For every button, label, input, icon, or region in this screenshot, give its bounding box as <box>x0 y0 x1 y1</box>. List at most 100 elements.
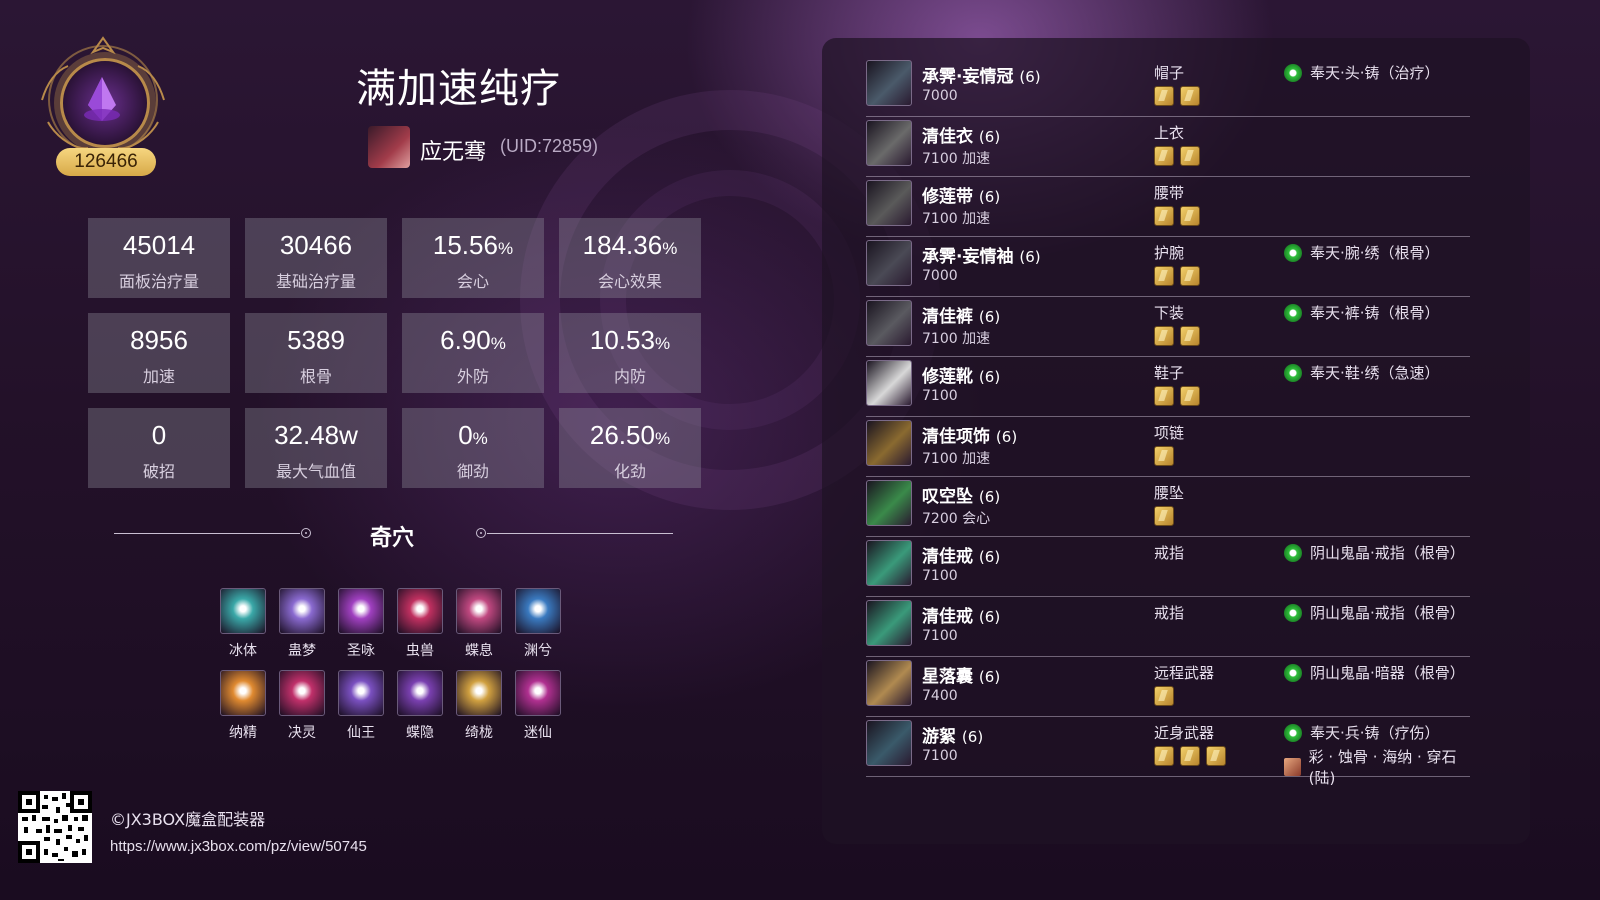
equipment-row[interactable]: 清佳衣 (6) 7100 加速 上衣 <box>866 116 1470 177</box>
gem-slots <box>1154 326 1200 346</box>
qixue-skill-icon <box>338 588 384 634</box>
equipment-score: 7000 <box>922 88 958 104</box>
color-gem-icon <box>1284 758 1301 776</box>
gem-slots <box>1154 266 1200 286</box>
stat-unit: % <box>497 239 514 258</box>
qr-code-icon <box>18 791 92 863</box>
equipment-icon <box>866 540 912 586</box>
equipment-row[interactable]: 清佳裤 (6) 7100 加速 下装 奉天·裤·铸（根骨） <box>866 296 1470 357</box>
qixue-skill[interactable]: 蝶隐 <box>397 670 443 742</box>
equipment-slot: 鞋子 <box>1154 364 1185 382</box>
stat-value: 184.36 <box>582 230 663 260</box>
share-url-link[interactable]: https://www.jx3box.com/pz/view/50745 <box>110 838 367 855</box>
equipment-row[interactable]: 承霁·妄情冠 (6) 7000 帽子 奉天·头·铸（治疗） <box>866 56 1470 117</box>
stat-card: 15.56% 会心 <box>402 218 544 298</box>
qixue-skill-icon <box>397 588 443 634</box>
stat-value: 15.56 <box>432 230 498 260</box>
qixue-skill[interactable]: 渊兮 <box>515 588 561 660</box>
stat-value: 30466 <box>279 230 353 260</box>
gem-slots <box>1154 446 1174 466</box>
qixue-skill[interactable]: 仙王 <box>338 670 384 742</box>
divider-dot-left-icon <box>301 528 311 538</box>
stat-unit: % <box>472 429 488 448</box>
qixue-skill[interactable]: 圣咏 <box>338 588 384 660</box>
stat-label: 基础治疗量 <box>275 272 356 291</box>
enchant-text: 奉天·腕·绣（根骨） <box>1310 244 1440 262</box>
stat-unit: % <box>490 334 506 353</box>
equipment-slot: 腰坠 <box>1154 484 1185 502</box>
qixue-skill[interactable]: 纳精 <box>220 670 266 742</box>
equipment-slot: 护腕 <box>1154 244 1185 262</box>
avatar <box>368 126 410 168</box>
equipment-enchant: 阴山鬼晶·暗器（根骨） <box>1284 662 1465 683</box>
equipment-slot: 远程武器 <box>1154 664 1215 682</box>
equipment-score: 7100 加速 <box>922 151 991 167</box>
qixue-skill[interactable]: 蛊梦 <box>279 588 325 660</box>
crystal-icon <box>84 77 120 121</box>
gem-slots <box>1154 386 1200 406</box>
stat-label: 面板治疗量 <box>118 272 199 291</box>
divider-left <box>114 533 300 534</box>
equipment-score: 7100 加速 <box>922 211 991 227</box>
equipment-panel: 承霁·妄情冠 (6) 7000 帽子 奉天·头·铸（治疗） 清佳衣 (6) 7100 加速… <box>822 38 1530 844</box>
stats-grid: 45014 面板治疗量 30466 基础治疗量 15.56% 会心 184.36% 会心… <box>88 218 701 488</box>
equipment-icon <box>866 300 912 346</box>
player-uid: (UID:72859) <box>500 136 599 156</box>
qixue-skill[interactable]: 虫兽 <box>397 588 443 660</box>
qixue-skill-icon <box>456 588 502 634</box>
equipment-row[interactable]: 游絮 (6) 7100 近身武器 奉天·兵·铸（疗伤） 彩 · 蚀骨 · 海纳 · 穿石… <box>866 716 1470 787</box>
gem-icon <box>1180 206 1200 226</box>
equipment-icon <box>866 660 912 706</box>
qixue-skill-icon <box>515 588 561 634</box>
qixue-skill[interactable]: 蝶息 <box>456 588 502 660</box>
equipment-level: (6) <box>995 428 1018 446</box>
qixue-skill-icon <box>220 670 266 716</box>
player-name: 应无骞 <box>420 140 487 165</box>
equipment-name: 叹空坠 <box>922 487 973 507</box>
equipment-level: (6) <box>1019 68 1041 86</box>
equipment-slot: 下装 <box>1154 304 1185 322</box>
equipment-row[interactable]: 叹空坠 (6) 7200 会心 腰坠 <box>866 476 1470 537</box>
equipment-slot: 戒指 <box>1154 604 1185 622</box>
qixue-skill[interactable]: 决灵 <box>279 670 325 742</box>
gem-icon <box>1154 146 1174 166</box>
equipment-row[interactable]: 修莲靴 (6) 7100 鞋子 奉天·鞋·绣（急速） <box>866 356 1470 417</box>
qixue-skill-icon <box>338 670 384 716</box>
qixue-skill[interactable]: 绮栊 <box>456 670 502 742</box>
qixue-skill-name: 渊兮 <box>524 643 552 659</box>
equipment-level: (6) <box>978 128 1001 146</box>
gem-slots <box>1154 206 1200 226</box>
gem-slots <box>1154 686 1174 706</box>
equipment-row[interactable]: 修莲带 (6) 7100 加速 腰带 <box>866 176 1470 237</box>
equipment-color-gem: 彩 · 蚀骨 · 海纳 · 穿石(陆) <box>1284 746 1470 788</box>
qixue-skill[interactable]: 冰体 <box>220 588 266 660</box>
equipment-name-line: 叹空坠 (6) <box>922 482 1000 507</box>
equipment-name-line: 承霁·妄情冠 (6) <box>922 62 1041 87</box>
equipment-row[interactable]: 承霁·妄情袖 (6) 7000 护腕 奉天·腕·绣（根骨） <box>866 236 1470 297</box>
equipment-enchant: 奉天·兵·铸（疗伤） <box>1284 722 1440 743</box>
equipment-enchant: 奉天·鞋·绣（急速） <box>1284 362 1440 383</box>
stat-label: 化劲 <box>613 462 646 481</box>
equipment-icon <box>866 240 912 286</box>
gem-slots <box>1154 506 1174 526</box>
stat-label: 内防 <box>613 367 646 386</box>
equipment-name-line: 星落囊 (6) <box>922 662 1000 687</box>
equipment-row[interactable]: 清佳项饰 (6) 7100 加速 项链 <box>866 416 1470 477</box>
equipment-name: 承霁·妄情冠 <box>922 67 1014 87</box>
enchant-text: 阴山鬼晶·戒指（根骨） <box>1310 604 1465 622</box>
equipment-slot: 近身武器 <box>1154 724 1215 742</box>
equipment-slot: 戒指 <box>1154 544 1185 562</box>
equipment-enchant: 阴山鬼晶·戒指（根骨） <box>1284 602 1465 623</box>
qixue-skill[interactable]: 迷仙 <box>515 670 561 742</box>
equipment-row[interactable]: 清佳戒 (6) 7100 戒指 阴山鬼晶·戒指（根骨） <box>866 536 1470 597</box>
equipment-row[interactable]: 星落囊 (6) 7400 远程武器 阴山鬼晶·暗器（根骨） <box>866 656 1470 717</box>
equipment-row[interactable]: 清佳戒 (6) 7100 戒指 阴山鬼晶·戒指（根骨） <box>866 596 1470 657</box>
qixue-skill-icon <box>279 670 325 716</box>
stat-card: 30466 基础治疗量 <box>245 218 387 298</box>
qixue-skill-name: 迷仙 <box>524 725 552 741</box>
score-badge: 126466 <box>28 30 183 180</box>
enchant-icon <box>1284 363 1302 382</box>
equipment-name-line: 承霁·妄情袖 (6) <box>922 242 1041 267</box>
equipment-name-line: 修莲靴 (6) <box>922 362 1000 387</box>
page-title: 满加速纯疗 <box>356 66 561 112</box>
